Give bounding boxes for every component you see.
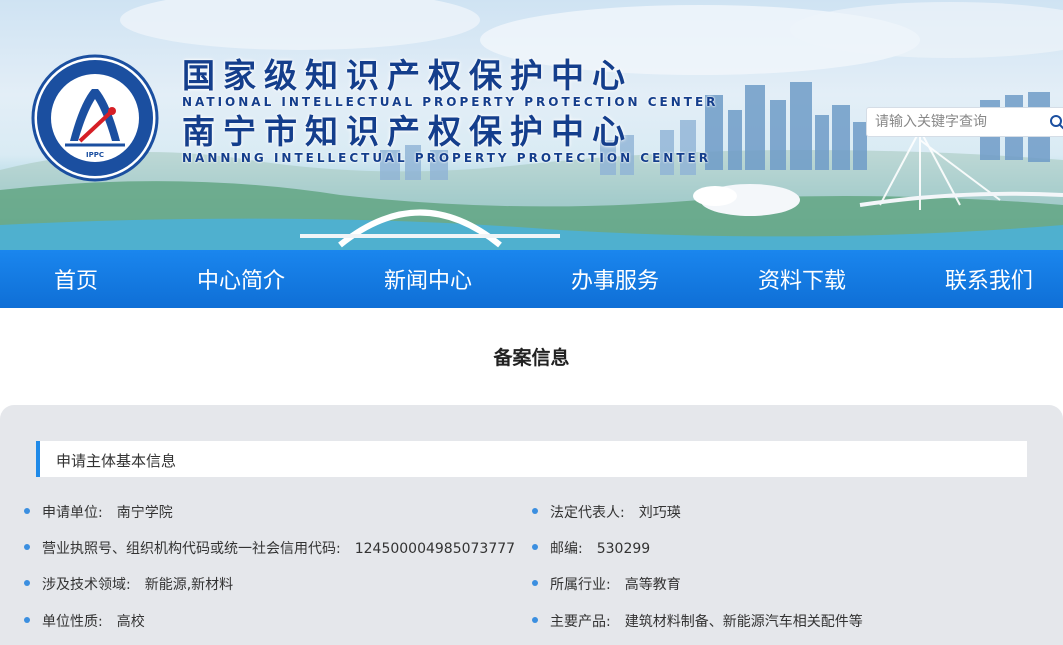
field-value: 530299: [596, 541, 651, 557]
bullet-icon: [24, 508, 30, 514]
field-label: 主要产品:: [550, 614, 611, 630]
field-label: 申请单位:: [42, 505, 103, 521]
nav-item-news[interactable]: 新闻中心: [384, 263, 472, 295]
site-title: 国家级知识产权保护中心 NATIONAL INTELLECTUAL PROPER…: [182, 58, 718, 166]
search-input[interactable]: [867, 108, 1055, 136]
field-label: 涉及技术领域:: [42, 577, 131, 593]
center-logo: IPPC: [31, 54, 159, 182]
header-banner: IPPC 国家级知识产权保护中心 NATIONAL INTELLECTUAL P…: [0, 0, 1063, 250]
field-tech-domain: 涉及技术领域: 新能源,新材料: [24, 574, 233, 594]
nav-item-downloads[interactable]: 资料下载: [758, 263, 846, 295]
title-national-cn: 国家级知识产权保护中心: [182, 56, 633, 95]
field-credit-code: 营业执照号、组织机构代码或统一社会信用代码: 124500004985073777: [24, 538, 515, 558]
field-value: 新能源,新材料: [144, 577, 234, 593]
nav-item-home[interactable]: 首页: [54, 263, 98, 295]
field-value: 刘巧瑛: [638, 505, 681, 521]
section-title: 申请主体基本信息: [56, 452, 177, 470]
title-nanning-cn: 南宁市知识产权保护中心: [182, 112, 633, 151]
logo-abbr: IPPC: [86, 151, 104, 159]
field-label: 邮编:: [550, 541, 583, 557]
search-icon[interactable]: [1049, 114, 1063, 130]
field-applicant: 申请单位: 南宁学院: [24, 502, 173, 522]
search-box: [866, 107, 1063, 137]
field-value: 高等教育: [624, 577, 681, 593]
field-legal-rep: 法定代表人: 刘巧瑛: [532, 502, 681, 522]
field-industry: 所属行业: 高等教育: [532, 574, 681, 594]
title-nanning-en: NANNING INTELLECTUAL PROPERTY PROTECTION…: [182, 151, 711, 165]
field-label: 法定代表人:: [550, 505, 625, 521]
page-title: 备案信息: [493, 347, 570, 369]
field-postcode: 邮编: 530299: [532, 538, 650, 558]
section-header: 申请主体基本信息: [36, 441, 1027, 477]
field-value: 高校: [116, 614, 145, 630]
nav-item-about[interactable]: 中心简介: [197, 263, 285, 295]
field-org-type: 单位性质: 高校: [24, 611, 145, 631]
bullet-icon: [24, 580, 30, 586]
bullet-icon: [24, 544, 30, 550]
bullet-icon: [532, 508, 538, 514]
field-label: 所属行业:: [550, 577, 611, 593]
field-main-products: 主要产品: 建筑材料制备、新能源汽车相关配件等: [532, 611, 863, 631]
bullet-icon: [532, 617, 538, 623]
bullet-icon: [532, 580, 538, 586]
field-label: 营业执照号、组织机构代码或统一社会信用代码:: [42, 541, 341, 557]
nav-item-services[interactable]: 办事服务: [571, 263, 659, 295]
main-nav: 首页 中心简介 新闻中心 办事服务 资料下载 联系我们: [0, 250, 1063, 308]
bullet-icon: [24, 617, 30, 623]
bullet-icon: [532, 544, 538, 550]
field-value: 124500004985073777: [354, 541, 516, 557]
title-national-en: NATIONAL INTELLECTUAL PROPERTY PROTECTIO…: [182, 95, 719, 109]
field-value: 南宁学院: [116, 505, 173, 521]
field-value: 建筑材料制备、新能源汽车相关配件等: [624, 614, 863, 630]
field-label: 单位性质:: [42, 614, 103, 630]
nav-item-contact[interactable]: 联系我们: [945, 263, 1033, 295]
